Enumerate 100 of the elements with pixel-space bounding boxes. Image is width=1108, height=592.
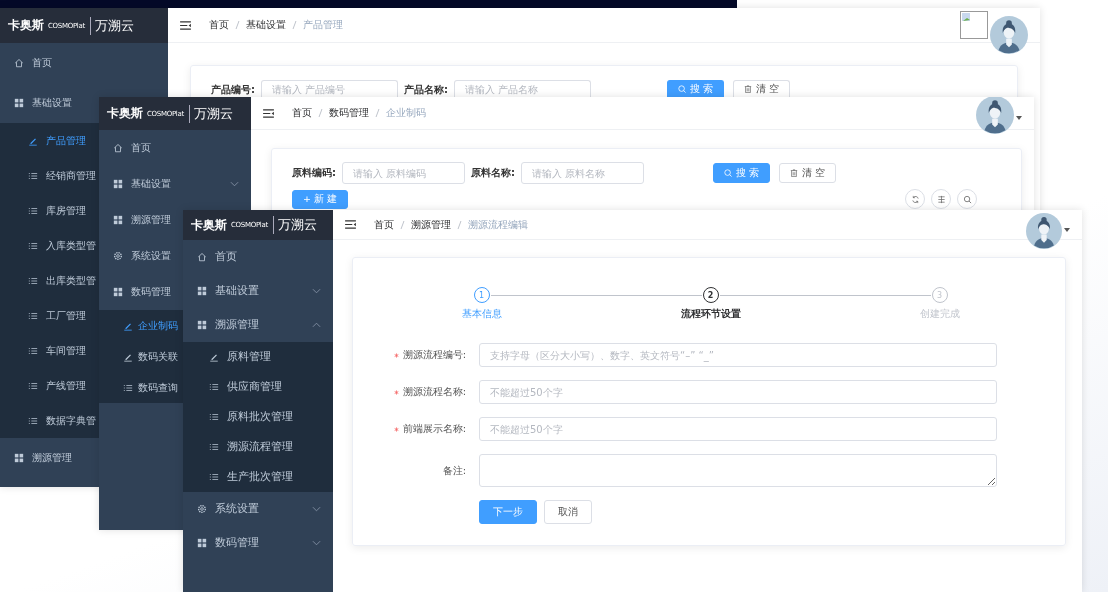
breadcrumb-item: 产品管理 — [303, 18, 343, 32]
sidebar-item[interactable]: 系统设置 — [183, 492, 333, 526]
breadcrumb-item[interactable]: 首页 — [209, 18, 229, 32]
input-field[interactable]: 不能超过50个字 — [479, 417, 997, 441]
caret-icon[interactable] — [1064, 227, 1070, 232]
avatar[interactable] — [1026, 212, 1062, 249]
grid-icon — [113, 179, 123, 189]
menu-icon[interactable] — [345, 220, 356, 229]
clear-button[interactable]: 清 空 — [779, 163, 837, 183]
sidebar-item[interactable]: 溯源管理 — [99, 202, 183, 238]
list-icon — [209, 472, 219, 482]
list-icon — [28, 170, 38, 181]
gear-icon — [113, 251, 123, 261]
avatar[interactable] — [976, 97, 1014, 134]
clear-button[interactable]: 清 空 — [733, 80, 791, 97]
trash-icon — [744, 85, 753, 93]
product-name: 万溯云 — [193, 104, 233, 123]
sidebar-item[interactable]: 基础设置 — [183, 274, 333, 308]
sidebar-item[interactable]: 工厂管理 — [0, 298, 99, 333]
grid-icon — [197, 538, 207, 548]
sidebar-item[interactable]: 基础设置 — [0, 83, 99, 123]
sidebar-item[interactable]: 首页 — [183, 240, 333, 274]
sidebar-item[interactable]: 溯源流程管理 — [183, 432, 333, 462]
list-icon — [28, 345, 38, 356]
search-icon — [724, 169, 732, 177]
list-icon — [28, 240, 38, 251]
list-icon — [209, 412, 219, 422]
list-icon — [28, 275, 38, 286]
broken-image-icon — [960, 11, 988, 39]
sidebar-item[interactable]: 首页 — [99, 130, 251, 166]
field-label: 溯源流程名称: — [402, 385, 466, 399]
sidebar-item[interactable]: 出库类型管 — [0, 263, 99, 298]
product-name: 万溯云 — [277, 216, 317, 234]
list-icon — [209, 442, 219, 452]
textarea-field[interactable] — [479, 454, 997, 487]
caret-icon[interactable] — [1016, 116, 1022, 120]
sidebar-item[interactable]: 数码管理 — [183, 526, 333, 560]
sidebar-item[interactable]: 数码管理 — [99, 274, 183, 310]
list-icon — [28, 205, 38, 216]
sidebar-item[interactable]: 数码查询 — [99, 372, 183, 403]
field-label: 前端展示名称: — [402, 422, 466, 436]
sidebar-item[interactable]: 溯源管理 — [0, 438, 99, 478]
home-icon — [14, 58, 24, 68]
pen-icon — [209, 352, 219, 362]
grid-icon — [113, 287, 123, 297]
sidebar-item[interactable]: 产线管理 — [0, 368, 99, 403]
sidebar-item[interactable]: 入库类型管 — [0, 228, 99, 263]
product-name: 万溯云 — [94, 16, 134, 35]
field-label: 原料编码: — [292, 166, 336, 180]
grid-icon — [14, 98, 24, 108]
sidebar-item[interactable]: 原料管理 — [183, 342, 333, 372]
sidebar-item[interactable]: 生产批次管理 — [183, 462, 333, 492]
input-field[interactable]: 请输入 产品编号 — [261, 80, 398, 97]
breadcrumb-item: 企业制码 — [386, 106, 426, 120]
list-icon — [123, 382, 133, 393]
menu-icon[interactable] — [263, 108, 274, 118]
brand-name: 卡奥斯 — [107, 105, 143, 122]
field-label: 原料名称: — [471, 166, 515, 180]
sidebar-item[interactable]: 原料批次管理 — [183, 402, 333, 432]
sidebar-item[interactable]: 库房管理 — [0, 193, 99, 228]
menu-icon[interactable] — [180, 20, 191, 30]
field-label: 产品编号: — [211, 83, 255, 97]
sidebar-item[interactable]: 系统设置 — [99, 238, 183, 274]
sidebar-item[interactable]: 车间管理 — [0, 333, 99, 368]
input-field[interactable]: 请输入 产品名称 — [454, 80, 591, 97]
refresh-icon — [910, 194, 920, 204]
grid-icon — [14, 453, 24, 463]
columns-icon — [936, 194, 946, 204]
list-icon — [28, 415, 38, 426]
breadcrumb-item[interactable]: 首页 — [374, 217, 394, 232]
grid-icon — [113, 215, 123, 225]
breadcrumb-item: 溯源流程编辑 — [468, 217, 528, 232]
trash-icon — [790, 169, 799, 177]
grid-icon — [197, 286, 207, 296]
sidebar-item[interactable]: 首页 — [0, 43, 168, 83]
list-icon — [209, 382, 219, 392]
brand-name: 卡奥斯 — [8, 17, 44, 34]
sidebar-item[interactable]: 溯源管理 — [183, 308, 333, 342]
sidebar-item[interactable]: 数码关联 — [99, 341, 183, 372]
gear-icon — [197, 504, 207, 514]
breadcrumb-item[interactable]: 首页 — [292, 106, 312, 120]
sidebar-item[interactable]: 企业制码 — [99, 310, 183, 341]
home-icon — [113, 143, 123, 153]
input-field[interactable]: 请输入 原料编码 — [342, 162, 465, 184]
input-field[interactable]: 请输入 原料名称 — [521, 162, 644, 184]
sidebar-item[interactable]: 供应商管理 — [183, 372, 333, 402]
input-field[interactable]: 不能超过50个字 — [479, 380, 997, 404]
field-label: 产品名称: — [404, 83, 448, 97]
brand-name: 卡奥斯 — [191, 216, 227, 234]
breadcrumb-item[interactable]: 数码管理 — [329, 106, 369, 120]
sidebar-item[interactable]: 产品管理 — [0, 123, 99, 158]
sidebar-item[interactable]: 基础设置 — [99, 166, 251, 202]
sidebar-item[interactable]: 经销商管理 — [0, 158, 99, 193]
sidebar-item[interactable]: 数据字典管 — [0, 403, 99, 438]
step-label: 基本信息 — [461, 307, 502, 321]
breadcrumb-item[interactable]: 溯源管理 — [411, 217, 451, 232]
list-icon — [28, 380, 38, 391]
search-icon — [962, 194, 972, 204]
breadcrumb-item[interactable]: 基础设置 — [246, 18, 286, 32]
cancel-button[interactable]: 取消 — [544, 500, 592, 524]
